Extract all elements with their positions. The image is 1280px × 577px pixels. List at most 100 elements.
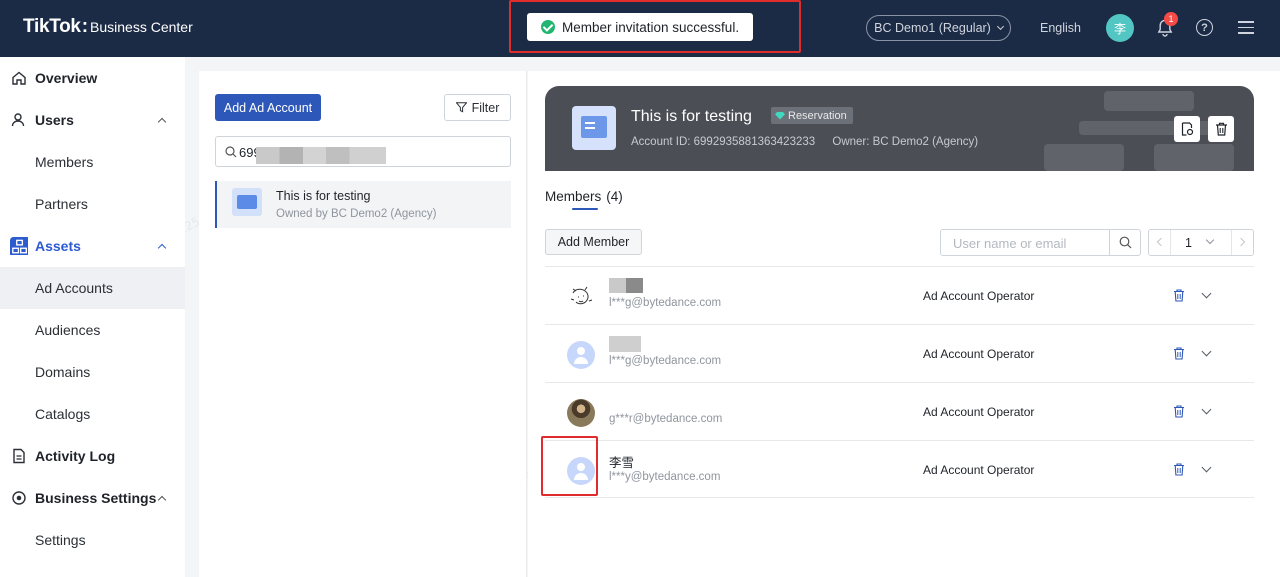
ad-account-list-item[interactable]: This is for testing Owned by BC Demo2 (A… — [215, 181, 511, 228]
chevron-down-icon — [1205, 235, 1215, 245]
member-role: Ad Account Operator — [923, 463, 1035, 477]
toast-message: Member invitation successful. — [562, 19, 740, 35]
sidebar-item-domains[interactable]: Domains — [0, 351, 185, 393]
ad-account-owner: Owned by BC Demo2 (Agency) — [276, 208, 437, 220]
account-id: Account ID: 6992935881363423233 — [631, 136, 816, 148]
member-email: l***g@bytedance.com — [609, 355, 722, 367]
expand-chevron-icon[interactable] — [1201, 462, 1212, 473]
bc-switch-label: BC Demo1 (Regular) — [874, 21, 991, 35]
member-search-input[interactable]: User name or email — [953, 236, 1066, 251]
member-row: 李雪 l***y@bytedance.com Ad Account Operat… — [545, 440, 1254, 498]
ad-account-icon — [232, 188, 262, 216]
redacted-text — [256, 147, 386, 164]
ad-account-search-input[interactable]: 699 — [215, 136, 511, 167]
filter-button[interactable]: Filter — [444, 94, 511, 121]
filter-label: Filter — [471, 100, 500, 115]
sidebar-item-settings[interactable]: Settings — [0, 519, 185, 561]
check-circle-icon — [541, 20, 555, 34]
user-icon — [11, 113, 25, 127]
trash-icon[interactable] — [1173, 405, 1185, 418]
members-count: (4) — [606, 189, 623, 204]
sidebar-item-business-settings[interactable]: Business Settings — [0, 477, 185, 519]
assets-icon — [10, 237, 28, 255]
chevron-up-icon — [157, 243, 167, 252]
sidebar-item-label: Users — [35, 112, 74, 128]
redacted-name — [609, 336, 641, 352]
ad-account-name: This is for testing — [276, 189, 371, 203]
member-role: Ad Account Operator — [923, 289, 1035, 303]
member-role: Ad Account Operator — [923, 347, 1035, 361]
sidebar-item-label: Activity Log — [35, 448, 116, 464]
sidebar-item-partners[interactable]: Partners — [0, 183, 185, 225]
member-search: User name or email — [940, 229, 1141, 256]
add-member-button[interactable]: Add Member — [545, 229, 642, 255]
sidebar: Overview Users Members Partners Assets A… — [0, 57, 185, 577]
sidebar-item-members[interactable]: Members — [0, 141, 185, 183]
language-selector[interactable]: English — [1040, 21, 1081, 35]
add-ad-account-button[interactable]: Add Ad Account — [215, 94, 321, 121]
trash-icon[interactable] — [1173, 289, 1185, 302]
prev-page-button[interactable] — [1149, 230, 1171, 255]
member-avatar — [567, 341, 595, 369]
member-name: 李雪 — [609, 456, 635, 470]
sidebar-item-label: Business Settings — [35, 490, 157, 506]
sidebar-item-label: Members — [35, 154, 94, 170]
active-tab-indicator — [572, 208, 598, 210]
brand-name: TikTok — [23, 16, 81, 37]
ad-account-meta: Account ID: 6992935881363423233 Owner: B… — [631, 136, 978, 148]
pagination: 1 — [1148, 229, 1254, 256]
reservation-tag: Reservation — [771, 107, 853, 124]
diamond-icon — [775, 111, 785, 120]
account-owner: Owner: BC Demo2 (Agency) — [832, 136, 979, 148]
expand-chevron-icon[interactable] — [1201, 346, 1212, 357]
chevron-down-icon — [996, 22, 1004, 31]
sidebar-item-label: Partners — [35, 196, 88, 212]
trash-icon[interactable] — [1173, 347, 1185, 360]
sidebar-item-assets[interactable]: Assets — [0, 225, 185, 267]
sidebar-item-label: Catalogs — [35, 406, 91, 422]
brand-separator: : — [81, 16, 89, 37]
sidebar-item-activity-log[interactable]: Activity Log — [0, 435, 185, 477]
sidebar-item-audiences[interactable]: Audiences — [0, 309, 185, 351]
redacted-name — [609, 278, 643, 293]
notification-badge: 1 — [1164, 12, 1178, 26]
filter-icon — [455, 102, 467, 113]
user-avatar[interactable]: 李 — [1106, 14, 1134, 42]
menu-icon[interactable] — [1238, 21, 1254, 35]
member-search-button[interactable] — [1109, 230, 1140, 255]
sidebar-item-users[interactable]: Users — [0, 99, 185, 141]
help-icon[interactable]: ? — [1196, 19, 1213, 36]
reservation-tag-label: Reservation — [788, 109, 847, 122]
chevron-up-icon — [157, 117, 167, 126]
delete-account-button[interactable] — [1208, 116, 1234, 142]
ad-account-header-card: This is for testing Reservation Account … — [545, 86, 1254, 171]
expand-chevron-icon[interactable] — [1201, 404, 1212, 415]
expand-chevron-icon[interactable] — [1201, 288, 1212, 299]
chevron-right-icon — [1236, 237, 1246, 247]
member-avatar — [567, 283, 595, 311]
chevron-up-icon — [157, 495, 167, 504]
page-selector[interactable]: 1 — [1185, 236, 1192, 250]
sidebar-item-overview[interactable]: Overview — [0, 57, 185, 99]
home-icon — [12, 71, 26, 85]
tab-members[interactable]: Members (4) — [545, 189, 623, 204]
business-center-switcher[interactable]: BC Demo1 (Regular) — [866, 15, 1011, 41]
sidebar-item-catalogs[interactable]: Catalogs — [0, 393, 185, 435]
trash-icon[interactable] — [1173, 463, 1185, 476]
sidebar-item-label: Audiences — [35, 322, 101, 338]
success-toast: Member invitation successful. — [527, 13, 753, 41]
settings-icon — [12, 491, 26, 505]
tiktok-business-center-logo[interactable]: TikTok : Business Center — [23, 16, 193, 38]
search-icon — [225, 146, 237, 158]
next-page-button[interactable] — [1231, 230, 1253, 255]
sidebar-item-label: Settings — [35, 532, 86, 548]
sidebar-item-label: Ad Accounts — [35, 280, 113, 296]
member-role: Ad Account Operator — [923, 405, 1035, 419]
settings-button[interactable] — [1174, 116, 1200, 142]
document-icon — [13, 448, 25, 464]
sidebar-item-label: Domains — [35, 364, 91, 380]
member-avatar — [567, 399, 595, 427]
member-row: l***g@bytedance.com Ad Account Operator — [545, 324, 1254, 382]
sidebar-item-label: Overview — [35, 70, 98, 86]
sidebar-item-ad-accounts[interactable]: Ad Accounts — [0, 267, 185, 309]
